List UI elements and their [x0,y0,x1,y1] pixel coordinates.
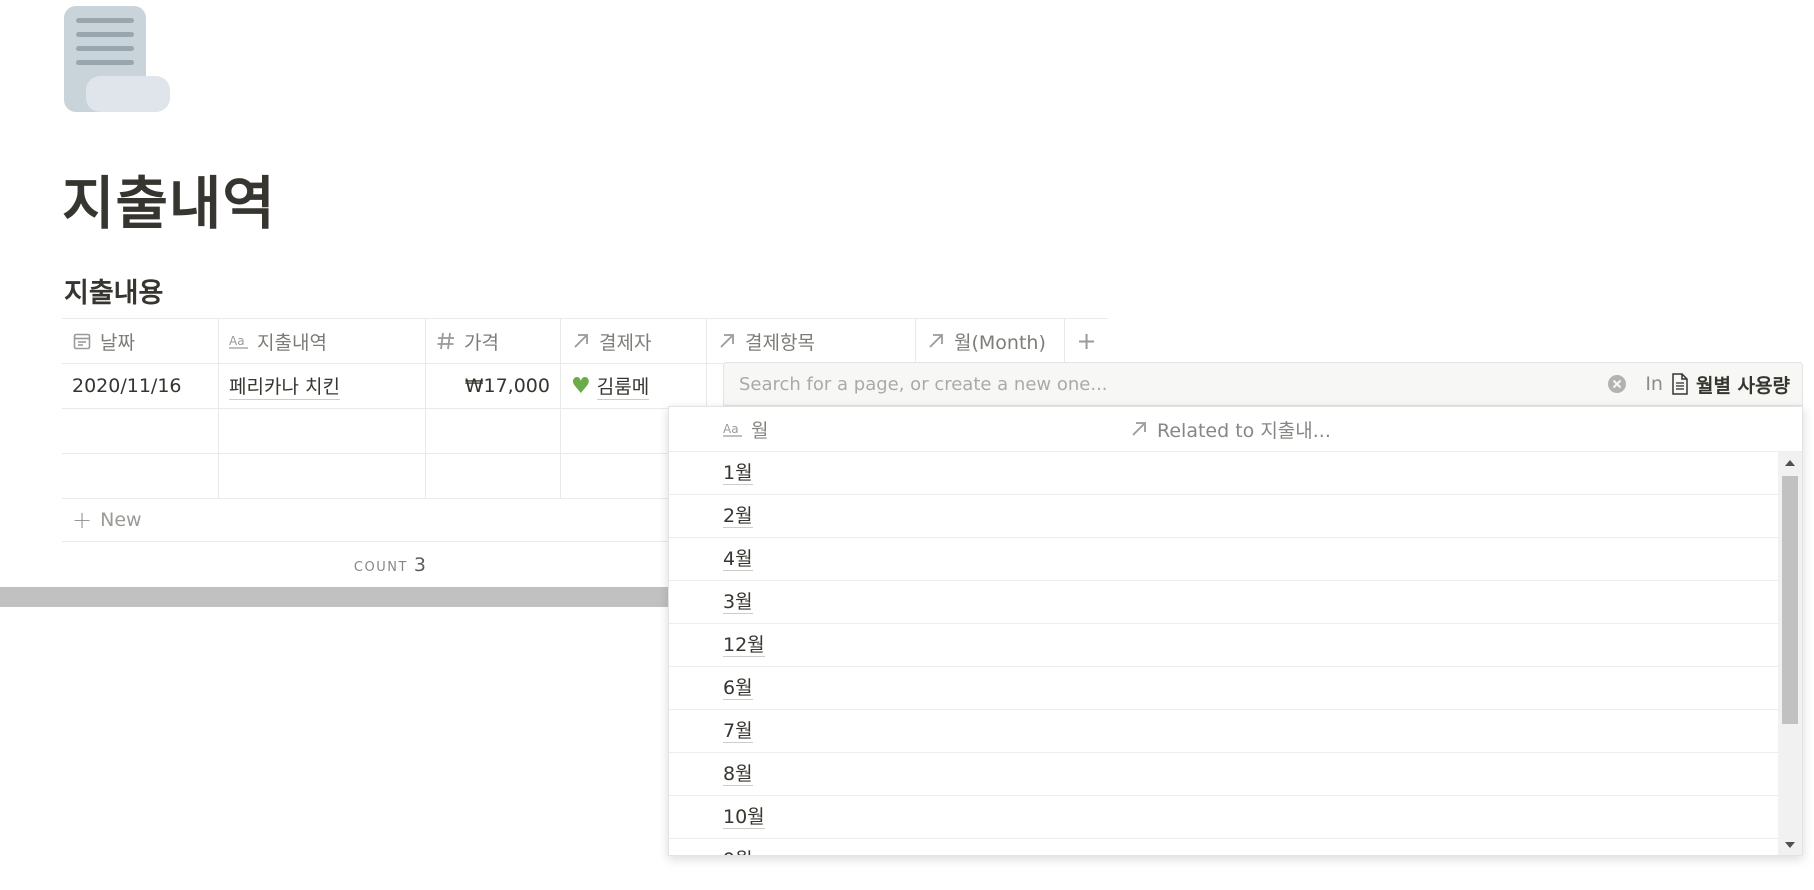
relation-option[interactable]: 12월 [669,624,1779,667]
relation-options-list: 1월 2월 4월 3월 12월 6월 7월 8월 10월 9월 [669,452,1779,856]
relation-search-bar: In 월별 사용량 [723,362,1803,406]
svg-text:Aa: Aa [229,334,245,348]
payer-link[interactable]: 김룸메 [596,372,650,400]
number-icon [437,332,454,350]
table-header: 날짜 Aa 지출내역 가격 결제자 결제항목 월(Month) + [62,318,1108,364]
count-label: COUNT [353,560,408,575]
column-header-title[interactable]: Aa 지출내역 [219,319,426,363]
option-label: 7월 [723,719,753,743]
column-label: 날짜 [100,331,135,354]
column-header-category[interactable]: 결제항목 [707,319,916,363]
option-label: 6월 [723,676,753,700]
relation-option[interactable]: 10월 [669,796,1779,839]
option-label: 8월 [723,762,753,786]
vertical-scrollbar[interactable] [1778,452,1802,855]
dropdown-column-related: Related to 지출내... [1129,416,1331,443]
document-icon [1672,373,1688,395]
price-cell[interactable] [426,409,561,453]
relation-option[interactable]: 8월 [669,753,1779,796]
in-label: In [1645,373,1663,395]
dropdown-header: Aa 월 Related to 지출내... [669,407,1802,452]
dropdown-column-title: Aa 월 [723,416,768,443]
title-text-icon: Aa [229,334,248,349]
option-label: 3월 [723,590,753,614]
column-label: 결제자 [599,331,652,354]
relation-option[interactable]: 9월 [669,839,1779,856]
relation-option[interactable]: 4월 [669,538,1779,581]
relation-picker-dropdown: Aa 월 Related to 지출내... 1월 2월 4월 3월 12월 6… [668,406,1803,856]
date-cell[interactable]: 2020/11/16 [62,364,219,408]
relation-option[interactable]: 3월 [669,581,1779,624]
column-label: 가격 [464,331,499,354]
column-label: Related to 지출내... [1157,419,1331,442]
plus-icon: + [72,506,93,534]
scroll-down-icon[interactable] [1785,842,1795,848]
date-value: 2020/11/16 [72,375,182,397]
target-database-name[interactable]: 월별 사용량 [1696,371,1790,398]
receipt-scroll-icon[interactable] [64,6,170,112]
column-label: 월 [751,419,769,442]
title-text-icon: Aa [723,422,742,437]
count-calculation[interactable]: COUNT 3 [62,554,426,576]
column-header-month[interactable]: 월(Month) [916,319,1065,363]
relation-search-input[interactable] [737,372,1608,396]
title-cell[interactable] [219,409,426,453]
relation-arrow-icon [720,334,734,348]
price-cell[interactable] [426,454,561,498]
green-heart-icon: ♥ [571,373,591,399]
title-cell[interactable]: 페리카나 치킨 [219,364,426,408]
database-title[interactable]: 지출내용 [64,271,163,310]
relation-arrow-icon [574,334,588,348]
column-header-payer[interactable]: 결제자 [561,319,707,363]
price-value: ₩17,000 [464,375,550,397]
date-cell[interactable] [62,409,219,453]
column-label: 결제항목 [745,331,815,354]
option-label: 4월 [723,547,753,571]
column-header-price[interactable]: 가격 [426,319,561,363]
payer-cell[interactable]: ♥ 김룸메 [561,364,707,408]
add-column-button[interactable]: + [1065,319,1108,363]
option-label: 12월 [723,633,765,657]
page-title[interactable]: 지출내역 [62,158,276,240]
clear-icon[interactable] [1607,374,1627,394]
plus-icon: + [1076,327,1097,355]
relation-option[interactable]: 2월 [669,495,1779,538]
item-title[interactable]: 페리카나 치킨 [229,372,340,400]
option-label: 10월 [723,805,765,829]
svg-text:Aa: Aa [723,422,739,436]
title-cell[interactable] [219,454,426,498]
option-label: 1월 [723,461,753,485]
scroll-up-icon[interactable] [1785,460,1795,466]
relation-option[interactable]: 7월 [669,710,1779,753]
count-value: 3 [413,554,426,576]
option-label: 2월 [723,504,753,528]
horizontal-scrollbar[interactable] [0,587,670,607]
calendar-icon [73,333,91,350]
column-label: 월(Month) [954,331,1046,354]
column-label: 지출내역 [257,331,327,354]
option-label: 9월 [723,849,753,856]
column-header-date[interactable]: 날짜 [62,319,219,363]
date-cell[interactable] [62,454,219,498]
scrollbar-thumb[interactable] [1782,476,1798,724]
relation-option[interactable]: 1월 [669,452,1779,495]
new-row-label: New [100,509,142,531]
price-cell[interactable]: ₩17,000 [426,364,561,408]
relation-option[interactable]: 6월 [669,667,1779,710]
relation-arrow-icon [929,334,943,348]
relation-arrow-icon [1132,422,1146,436]
